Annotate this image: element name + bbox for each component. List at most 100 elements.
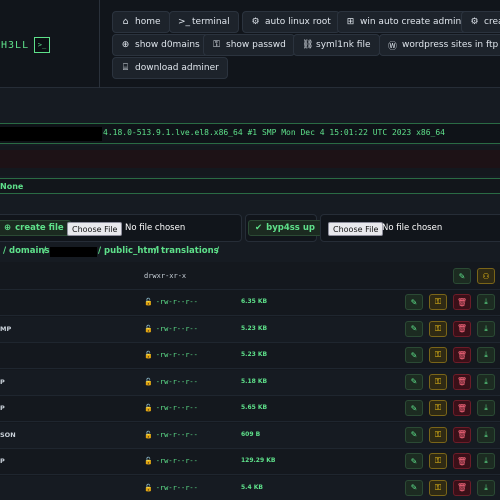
permission-cell[interactable]: 🔓 -rw-r--r--: [144, 404, 198, 412]
trash-icon[interactable]: 🗑: [453, 294, 471, 310]
edit-icon[interactable]: ✎: [405, 426, 423, 443]
edit-icon[interactable]: ✎: [405, 320, 423, 337]
download-icon[interactable]: ⤓: [477, 347, 495, 363]
trash-icon[interactable]: 🗑: [453, 426, 471, 443]
new-file-icon[interactable]: ✎: [453, 268, 471, 284]
download-icon[interactable]: ⤓: [477, 294, 495, 310]
permission-cell[interactable]: 🔓 -rw-r--r--: [144, 457, 198, 465]
file-size: 5.23 KB: [241, 351, 268, 358]
permission-cell[interactable]: 🔓 -rw-r--r--: [144, 431, 198, 439]
nav-show-passwd-button[interactable]: ⚿ show passwd: [203, 34, 295, 56]
file-status: No file chosen: [125, 223, 186, 233]
nav-show-domains-button[interactable]: ⊕ show d0mains: [112, 34, 209, 56]
uname-row: 4.18.0-513.9.1.lve.el8.x86_64 #1 SMP Mon…: [0, 123, 500, 144]
permission-text: -rw-r--r--: [155, 351, 198, 359]
table-row: P 🔓 -rw-r--r-- 129.29 KB ✎ ⚿ 🗑 ⤓: [0, 449, 500, 475]
redacted-block: [50, 247, 97, 257]
file-name[interactable]: MP: [0, 325, 11, 333]
file-name[interactable]: P: [0, 378, 5, 386]
trash-icon[interactable]: 🗑: [453, 479, 471, 496]
download-icon[interactable]: ⤓: [477, 479, 495, 496]
create-file-button[interactable]: ⊕ create file: [0, 220, 71, 236]
database-icon: ⌸: [122, 63, 129, 73]
download-icon[interactable]: ⤓: [477, 320, 495, 337]
trash-icon[interactable]: 🗑: [453, 320, 471, 337]
trash-icon[interactable]: 🗑: [453, 347, 471, 363]
permission-cell[interactable]: 🔓 -rw-r--r--: [144, 298, 198, 306]
nav-download-adminer-button[interactable]: ⌸ download adminer: [112, 57, 228, 79]
download-icon[interactable]: ⤓: [477, 453, 495, 469]
nav-create-button[interactable]: ⚙ creat: [461, 11, 500, 33]
edit-icon[interactable]: ✎: [405, 373, 423, 390]
trash-icon[interactable]: 🗑: [453, 400, 471, 416]
file-name[interactable]: P: [0, 404, 5, 412]
key-icon[interactable]: ⚿: [429, 479, 447, 496]
breadcrumb-translations[interactable]: translations: [161, 246, 219, 256]
button-label: byp4ss up: [266, 223, 315, 233]
nav-label: auto linux root: [265, 17, 331, 27]
nav-auto-linux-root-button[interactable]: ⚙ auto linux root: [242, 11, 340, 33]
table-row: 🔓 -rw-r--r-- 5.23 KB ✎ ⚿ 🗑 ⤓: [0, 343, 500, 369]
trash-icon[interactable]: 🗑: [453, 373, 471, 390]
key-icon[interactable]: ⚿: [429, 373, 447, 390]
key-icon[interactable]: ⚿: [429, 294, 447, 310]
wordpress-icon: Ⓦ: [388, 41, 398, 52]
key-icon[interactable]: ⚿: [429, 347, 447, 363]
edit-icon[interactable]: ✎: [405, 453, 423, 469]
file-table: drwxr-xr-x ✎ ⚇ 🔓 -rw-r--r-- 6.35 KB ✎ ⚿ 🗑 ⤓ MP 🔓…: [0, 262, 500, 500]
home-icon: ⌂: [122, 17, 129, 27]
key-icon[interactable]: ⚿: [429, 453, 447, 469]
alert-band: [0, 150, 500, 168]
permission-cell: drwxr-xr-x: [144, 272, 187, 280]
edit-icon[interactable]: ✎: [405, 294, 423, 310]
nav-label: home: [135, 17, 161, 27]
file-name[interactable]: SON: [0, 431, 16, 439]
file-name[interactable]: P: [0, 457, 5, 465]
file-size: 5.23 KB: [241, 324, 268, 332]
bypass-panel: ✔ byp4ss up: [245, 214, 322, 242]
lock-icon: 🔓: [144, 298, 153, 306]
permission-cell[interactable]: 🔓 -rw-r--r--: [144, 378, 198, 386]
file-status-2: No file chosen: [382, 223, 443, 233]
permission-cell[interactable]: 🔓 -rw-r--r--: [144, 351, 198, 359]
bypass-upload-button[interactable]: ✔ byp4ss up: [248, 220, 322, 236]
permission-cell[interactable]: 🔓 -rw-r--r--: [144, 484, 198, 492]
nav-label: syml1nk file: [316, 40, 371, 50]
choose-file-button[interactable]: Choose File: [67, 222, 123, 236]
nav-label: show passwd: [226, 40, 286, 50]
nav-label: show d0mains: [135, 40, 200, 50]
download-icon[interactable]: ⤓: [477, 426, 495, 443]
permission-text: -rw-r--r--: [155, 483, 198, 492]
permission-text: -rw-r--r--: [155, 457, 198, 465]
download-icon[interactable]: ⤓: [477, 400, 495, 416]
info-band: [0, 88, 500, 120]
choose-file-button-2[interactable]: Choose File: [328, 222, 384, 236]
uname-text: 4.18.0-513.9.1.lve.el8.x86_64 #1 SMP Mon…: [103, 128, 445, 137]
table-row: MP 🔓 -rw-r--r-- 5.23 KB ✎ ⚿ 🗑 ⤓: [0, 316, 500, 343]
user-icon[interactable]: ⚇: [477, 268, 495, 284]
link-icon: ⛓: [302, 40, 314, 50]
lock-icon: 🔓: [144, 324, 153, 333]
nav-win-auto-create-admin-button[interactable]: ⊞ win auto create admin: [337, 11, 471, 33]
nav-symlink-file-button[interactable]: ⛓ syml1nk file: [293, 34, 380, 56]
permission-text: -rw-r--r--: [155, 430, 198, 439]
upload-panel: Choose File No file chosen: [320, 214, 500, 242]
edit-icon[interactable]: ✎: [405, 400, 423, 416]
windows-icon: ⊞: [346, 17, 355, 27]
key-icon[interactable]: ⚿: [429, 426, 447, 443]
nav-home-button[interactable]: ⌂ home: [112, 11, 170, 33]
terminal-logo-icon: >_: [34, 37, 50, 53]
edit-icon[interactable]: ✎: [405, 347, 423, 363]
nav-wordpress-sites-button[interactable]: Ⓦ wordpress sites in ftp: [379, 34, 500, 56]
trash-icon[interactable]: 🗑: [453, 453, 471, 469]
breadcrumb-public-html[interactable]: public_html: [104, 246, 159, 256]
nav-terminal-button[interactable]: >_ terminal: [169, 11, 239, 33]
download-icon[interactable]: ⤓: [477, 373, 495, 390]
lock-icon: 🔓: [144, 351, 153, 359]
file-size: 129.29 KB: [241, 457, 276, 464]
disabled-functions-row: None: [0, 178, 500, 194]
key-icon[interactable]: ⚿: [429, 400, 447, 416]
key-icon[interactable]: ⚿: [429, 320, 447, 337]
permission-cell[interactable]: 🔓 -rw-r--r--: [144, 325, 198, 333]
edit-icon[interactable]: ✎: [405, 479, 423, 496]
